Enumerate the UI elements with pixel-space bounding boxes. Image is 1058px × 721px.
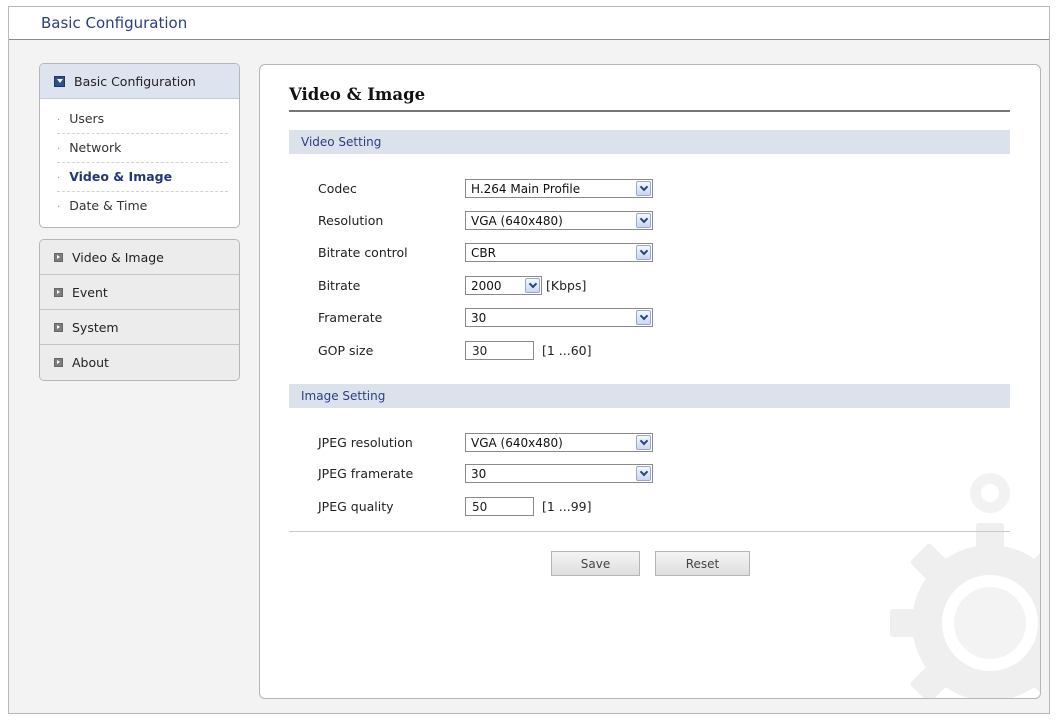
bitrate-control-row: Bitrate control CBR [318, 241, 653, 263]
section-image-setting: Image Setting [289, 384, 1010, 408]
jpeg-resolution-value: VGA (640x480) [471, 435, 563, 450]
bitrate-control-label: Bitrate control [318, 244, 408, 260]
bullet-icon: · [57, 144, 61, 155]
bullet-icon: · [57, 173, 61, 184]
expand-arrow-icon [54, 358, 63, 367]
expand-arrow-icon [54, 252, 63, 262]
bitrate-select[interactable]: 2000 [465, 275, 542, 295]
sidebar-nav-event[interactable]: Event [40, 275, 239, 310]
sidebar-sub-list: · Users · Network · Video & Image · Date & T… [40, 99, 239, 224]
save-button[interactable]: Save [551, 551, 640, 576]
framerate-value: 30 [471, 310, 487, 325]
sidebar-nav-video-image[interactable]: Video & Image [40, 240, 239, 275]
bitrate-value: 2000 [471, 278, 502, 293]
resolution-select[interactable]: VGA (640x480) [465, 210, 653, 230]
resolution-value: VGA (640x480) [471, 213, 563, 228]
app-window: Basic Configuration Basic Configuration … [8, 6, 1050, 714]
title-bar: Basic Configuration [9, 7, 1049, 40]
expand-arrow-icon [54, 322, 63, 332]
checked-box-icon [54, 76, 65, 87]
resolution-row: Resolution VGA (640x480) [318, 209, 653, 231]
sidebar-nav-about[interactable]: About [40, 345, 239, 380]
gop-input[interactable]: 30 [465, 340, 534, 360]
bitrate-row: Bitrate 2000 [Kbps] [318, 274, 586, 296]
sidebar-nav-system[interactable]: System [40, 310, 239, 345]
jpeg-quality-range: [1 ...99] [542, 498, 592, 514]
framerate-label: Framerate [318, 309, 383, 325]
expand-arrow-icon [54, 287, 63, 297]
jpeg-resolution-label: JPEG resolution [318, 434, 413, 450]
jpeg-framerate-row: JPEG framerate 30 [318, 462, 653, 484]
sidebar-nav-label: Video & Image [72, 249, 164, 265]
chevron-down-icon[interactable] [636, 434, 651, 450]
sidebar-item-label: Video & Image [69, 169, 173, 184]
gop-range: [1 ...60] [542, 342, 592, 358]
codec-value: H.264 Main Profile [471, 181, 581, 196]
section-video-setting: Video Setting [289, 130, 1010, 154]
sidebar-item-network[interactable]: · Network [57, 134, 228, 163]
reset-button[interactable]: Reset [655, 551, 750, 576]
sidebar-nav-label: System [72, 319, 119, 335]
title-divider [289, 110, 1010, 112]
chevron-down-icon[interactable] [636, 212, 651, 228]
sidebar-item-label: Network [69, 140, 122, 155]
bitrate-control-value: CBR [471, 245, 496, 260]
codec-label: Codec [318, 180, 357, 196]
sidebar-nav-label: About [72, 355, 109, 370]
jpeg-quality-row: JPEG quality 50 [1 ...99] [318, 495, 592, 517]
bitrate-label: Bitrate [318, 277, 361, 293]
sidebar-nav-label: Event [72, 284, 108, 300]
sidebar-item-users[interactable]: · Users [57, 105, 228, 134]
bitrate-unit: [Kbps] [546, 277, 587, 293]
page-title: Video & Image [289, 85, 426, 104]
jpeg-framerate-select[interactable]: 30 [465, 463, 653, 483]
sidebar-item-label: Users [69, 111, 105, 126]
gop-row: GOP size 30 [1 ...60] [318, 339, 592, 361]
sidebar-item-date-time[interactable]: · Date & Time [57, 192, 228, 220]
jpeg-quality-input[interactable]: 50 [465, 496, 534, 516]
chevron-down-icon[interactable] [636, 465, 651, 481]
gear-icon [890, 473, 1040, 698]
chevron-down-icon[interactable] [636, 180, 651, 196]
codec-row: Codec H.264 Main Profile [318, 177, 653, 199]
chevron-down-icon[interactable] [525, 277, 540, 293]
window-title: Basic Configuration [41, 14, 188, 32]
bullet-icon: · [57, 115, 61, 126]
jpeg-resolution-row: JPEG resolution VGA (640x480) [318, 431, 653, 453]
resolution-label: Resolution [318, 212, 384, 228]
form-divider [289, 531, 1010, 532]
bullet-icon: · [57, 202, 61, 213]
chevron-down-icon[interactable] [636, 244, 651, 260]
jpeg-framerate-label: JPEG framerate [318, 465, 414, 481]
framerate-row: Framerate 30 [318, 306, 653, 328]
gop-label: GOP size [318, 342, 374, 358]
codec-select[interactable]: H.264 Main Profile [465, 178, 653, 198]
jpeg-resolution-select[interactable]: VGA (640x480) [465, 432, 653, 452]
main-panel: Video & Image Video Setting Codec H.264 … [259, 64, 1041, 699]
jpeg-framerate-value: 30 [471, 466, 487, 481]
framerate-select[interactable]: 30 [465, 307, 653, 327]
jpeg-quality-label: JPEG quality [318, 498, 394, 514]
chevron-down-icon[interactable] [636, 309, 651, 325]
sidebar-basic-header[interactable]: Basic Configuration [40, 64, 239, 99]
sidebar-basic-config: Basic Configuration · Users · Network · Vid… [39, 63, 240, 228]
sidebar-basic-label: Basic Configuration [74, 74, 196, 89]
sidebar-item-label: Date & Time [69, 198, 148, 213]
sidebar-item-video-image[interactable]: · Video & Image [57, 163, 228, 192]
bitrate-control-select[interactable]: CBR [465, 242, 653, 262]
sidebar-nav: Video & Image Event System About [39, 239, 240, 381]
